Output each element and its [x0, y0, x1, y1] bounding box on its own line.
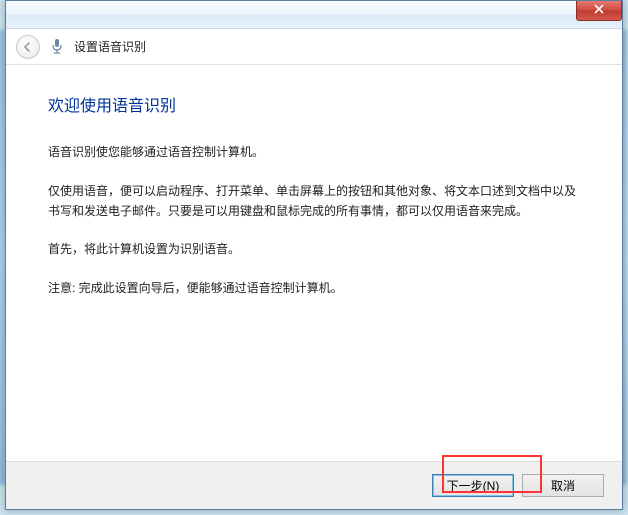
back-arrow-icon — [22, 41, 34, 53]
paragraph-1: 语音识别使您能够通过语音控制计算机。 — [48, 142, 580, 162]
microphone-icon — [50, 38, 64, 56]
cancel-button[interactable]: 取消 — [522, 474, 604, 497]
back-button[interactable] — [16, 35, 40, 59]
content-area: 欢迎使用语音识别 语音识别使您能够通过语音控制计算机。 仅使用语音，便可以启动程… — [6, 65, 622, 326]
window-title: 设置语音识别 — [74, 38, 146, 55]
close-icon — [594, 4, 604, 14]
close-button[interactable] — [576, 1, 622, 21]
paragraph-4: 注意: 完成此设置向导后，便能够通过语音控制计算机。 — [48, 278, 580, 298]
titlebar — [6, 1, 622, 29]
footer: 下一步(N) 取消 — [6, 461, 622, 509]
header-strip: 设置语音识别 — [6, 29, 622, 65]
paragraph-2: 仅使用语音，便可以启动程序、打开菜单、单击屏幕上的按钮和其他对象、将文本口述到文… — [48, 181, 580, 222]
next-button[interactable]: 下一步(N) — [432, 474, 514, 497]
wizard-window: 设置语音识别 欢迎使用语音识别 语音识别使您能够通过语音控制计算机。 仅使用语音… — [5, 0, 623, 510]
paragraph-3: 首先，将此计算机设置为识别语音。 — [48, 239, 580, 259]
page-heading: 欢迎使用语音识别 — [48, 93, 580, 120]
